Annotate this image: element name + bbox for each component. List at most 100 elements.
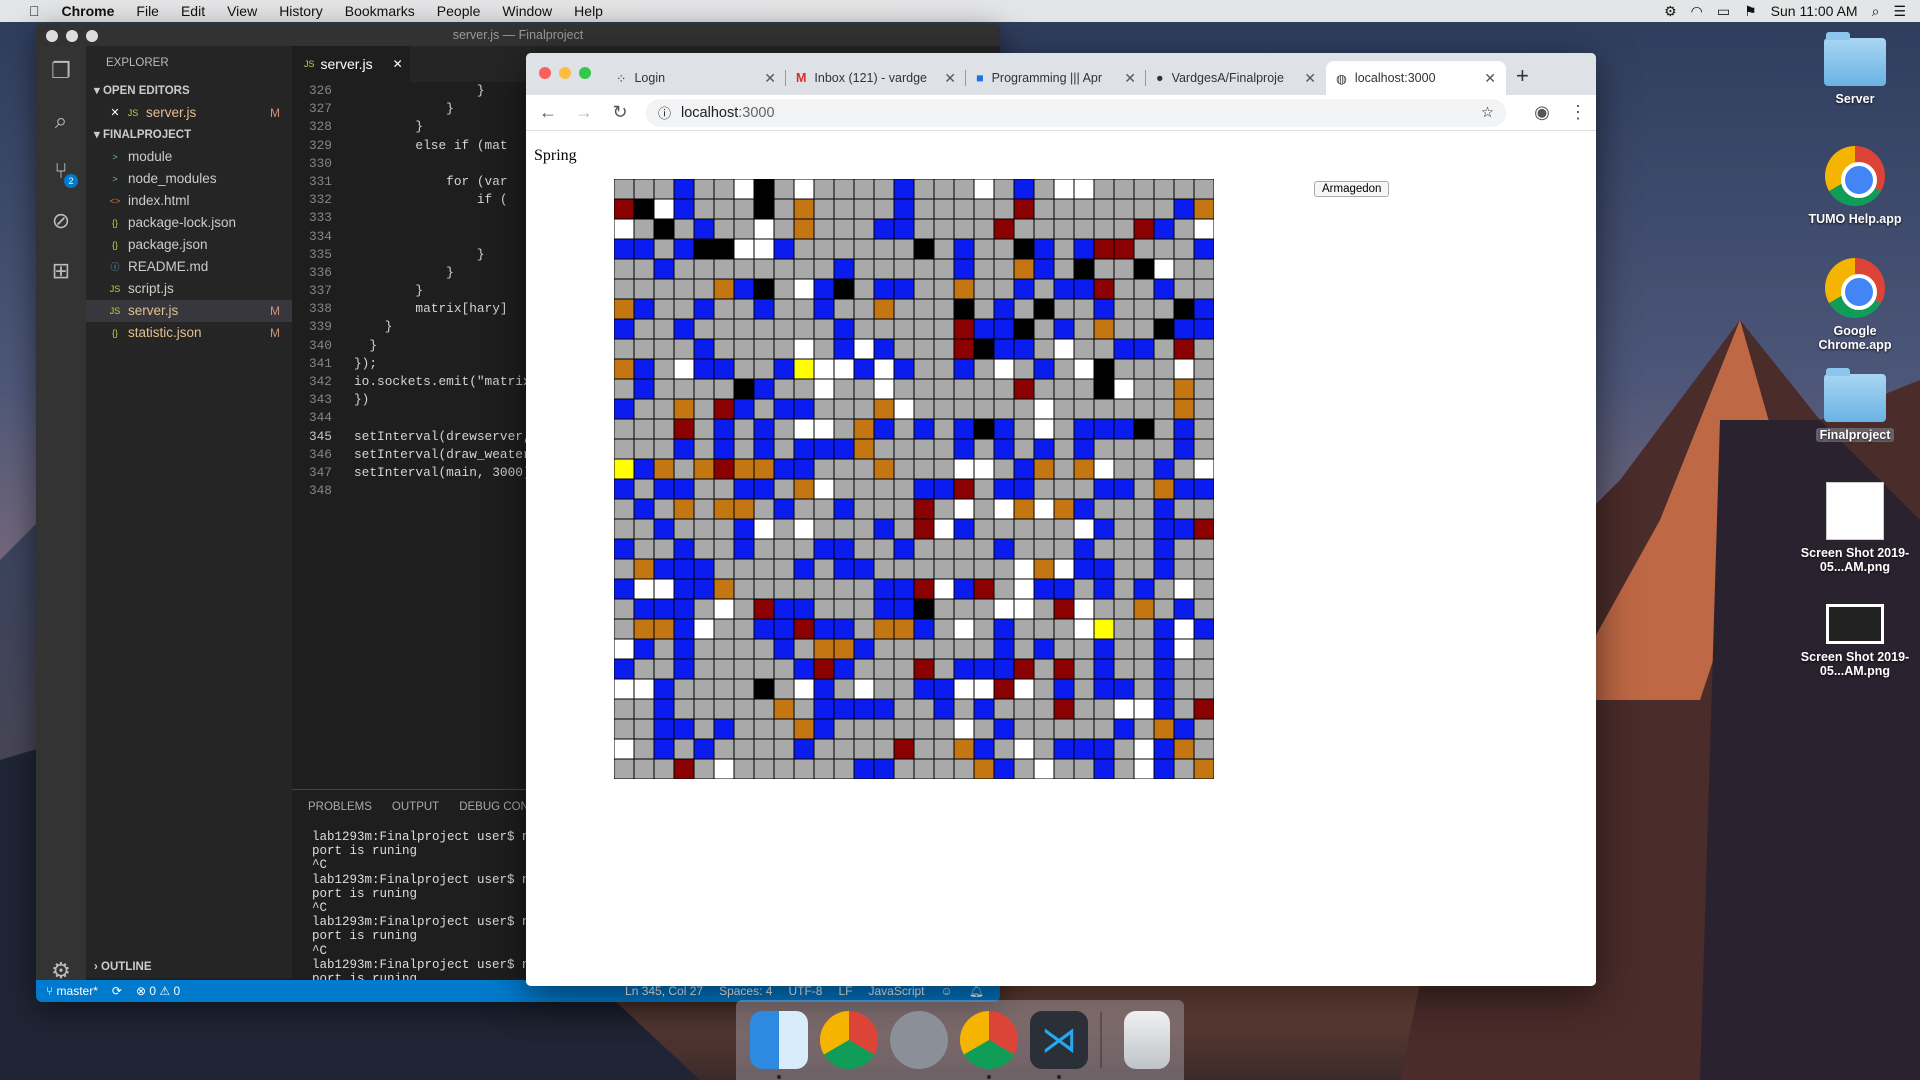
extensions-icon[interactable]: ⊞ [36, 246, 86, 296]
project-section[interactable]: ▾ FINALPROJECT [86, 124, 292, 146]
close-icon[interactable]: ✕ [1124, 70, 1136, 87]
close-icon[interactable]: ✕ [944, 70, 956, 87]
clock[interactable]: Sun 11:00 AM [1771, 3, 1858, 19]
desktop-icon-finalproject[interactable]: Finalproject [1800, 368, 1910, 442]
open-editor-item[interactable]: ✕ JS server.js M [86, 102, 292, 124]
search-icon[interactable]: ⌕ [1872, 3, 1880, 20]
grid-cell [993, 298, 1015, 320]
maximize-dot-icon[interactable] [579, 67, 591, 79]
address-bar[interactable]: ⓘ localhost:3000 ☆ [646, 98, 1506, 127]
close-icon[interactable]: ✕ [393, 57, 403, 71]
desktop-icon-google-chrome[interactable]: Google Chrome.app [1800, 258, 1910, 352]
smiley-icon[interactable]: ☺ [941, 984, 953, 998]
grid-cell [813, 518, 835, 540]
file-item[interactable]: {} package.json [86, 234, 292, 256]
grid-cell [713, 498, 735, 520]
menu-edit[interactable]: Edit [170, 0, 216, 22]
tab-localhost[interactable]: ◍ localhost:3000 ✕ [1326, 61, 1506, 95]
vscode-dock-icon[interactable]: ⋊ [1030, 1011, 1088, 1079]
file-item[interactable]: > module [86, 146, 292, 168]
tab-login[interactable]: ⁘ Login ✕ [606, 61, 786, 95]
tab-problems[interactable]: PROBLEMS [308, 801, 372, 813]
file-item[interactable]: {} package-lock.json [86, 212, 292, 234]
profile-icon[interactable]: ◉ [1532, 102, 1552, 123]
desktop-icon-server[interactable]: Server [1800, 32, 1910, 106]
app-menu[interactable]: Chrome [51, 0, 126, 22]
file-item[interactable]: {} statistic.json M [86, 322, 292, 344]
apple-menu-icon[interactable]:  [18, 0, 51, 22]
trash-icon[interactable] [1124, 1011, 1170, 1069]
menu-file[interactable]: File [125, 0, 170, 22]
minimize-dot-icon[interactable] [66, 30, 78, 42]
menu-people[interactable]: People [426, 0, 492, 22]
file-item[interactable]: <> index.html [86, 190, 292, 212]
close-icon[interactable]: ✕ [1484, 70, 1496, 87]
wifi-icon[interactable]: ◠ [1691, 3, 1703, 20]
grid-cell [1033, 538, 1055, 560]
airplay-icon[interactable]: ▭ [1717, 3, 1730, 20]
file-item[interactable]: JS server.js M [86, 300, 292, 322]
grid-cell [973, 658, 995, 680]
bell-icon[interactable]: 🔔︎ [969, 984, 984, 998]
sync-icon[interactable]: ⟳ [112, 984, 122, 998]
grid-cell [673, 358, 695, 380]
launchpad-icon[interactable] [890, 1011, 948, 1069]
outline-section[interactable]: › OUTLINE [86, 956, 152, 978]
menu-history[interactable]: History [268, 0, 334, 22]
close-icon[interactable]: ✕ [106, 102, 124, 124]
armagedon-button[interactable]: Armagedon [1314, 181, 1390, 197]
close-icon[interactable]: ✕ [764, 70, 776, 87]
menu-kebab-icon[interactable]: ⋮ [1568, 102, 1588, 123]
debug-icon[interactable]: ⊘ [36, 196, 86, 246]
branch-indicator[interactable]: ⑂ master* [46, 984, 98, 998]
minimize-dot-icon[interactable] [559, 67, 571, 79]
tab-output[interactable]: OUTPUT [392, 801, 439, 813]
menu-help[interactable]: Help [563, 0, 614, 22]
indentation[interactable]: Spaces: 4 [719, 984, 772, 998]
grid-cell [993, 238, 1015, 260]
desktop-icon-tumo-help[interactable]: TUMO Help.app [1800, 146, 1910, 226]
close-icon[interactable]: ✕ [1304, 70, 1316, 87]
explorer-icon[interactable]: ❐ [36, 46, 86, 96]
list-icon[interactable]: ☰ [1893, 3, 1906, 20]
source-control-icon[interactable]: ⑂ 2 [36, 146, 86, 196]
file-item[interactable]: JS script.js [86, 278, 292, 300]
finder-icon[interactable] [750, 1011, 808, 1079]
open-editors-section[interactable]: ▾ OPEN EDITORS [86, 80, 292, 102]
back-icon[interactable]: ← [538, 102, 558, 123]
search-icon[interactable]: ⌕ [36, 96, 86, 146]
tab-inbox[interactable]: M Inbox (121) - vardge ✕ [786, 61, 966, 95]
menu-window[interactable]: Window [491, 0, 563, 22]
menu-view[interactable]: View [216, 0, 268, 22]
file-item[interactable]: ⓘ README.md [86, 256, 292, 278]
desktop-icon-screenshot-1[interactable]: Screen Shot 2019-05...AM.png [1800, 482, 1910, 574]
desktop-icon-screenshot-2[interactable]: Screen Shot 2019-05...AM.png [1800, 604, 1910, 678]
grid-cell [913, 638, 935, 660]
tab-server-js[interactable]: JS server.js ✕ [292, 46, 410, 82]
bookmark-star-icon[interactable]: ☆ [1481, 105, 1494, 121]
grid-cell [913, 618, 935, 640]
language-mode[interactable]: JavaScript [868, 984, 924, 998]
flag-icon[interactable]: ⚑ [1744, 3, 1757, 20]
forward-icon[interactable]: → [574, 102, 594, 123]
cursor-position[interactable]: Ln 345, Col 27 [625, 984, 703, 998]
menu-bookmarks[interactable]: Bookmarks [334, 0, 426, 22]
reload-icon[interactable]: ↻ [610, 102, 630, 123]
info-icon[interactable]: ⓘ [658, 103, 671, 122]
new-tab-button[interactable]: + [1516, 63, 1529, 89]
problems-indicator[interactable]: ⊗ 0 ⚠ 0 [136, 984, 180, 998]
tab-programming[interactable]: ■ Programming ||| Apr ✕ [966, 61, 1146, 95]
grid-cell [1173, 698, 1195, 720]
eol[interactable]: LF [838, 984, 852, 998]
tab-github[interactable]: ● VardgesA/Finalproje ✕ [1146, 61, 1326, 95]
close-dot-icon[interactable] [539, 67, 551, 79]
file-item[interactable]: > node_modules [86, 168, 292, 190]
gear-icon[interactable]: ⚙ [1664, 3, 1677, 20]
chrome-dock-icon[interactable] [820, 1011, 878, 1069]
grid-cell [913, 578, 935, 600]
encoding[interactable]: UTF-8 [788, 984, 822, 998]
close-dot-icon[interactable] [46, 30, 58, 42]
line-text: } [354, 101, 454, 117]
chrome-dock-icon[interactable] [960, 1011, 1018, 1079]
maximize-dot-icon[interactable] [86, 30, 98, 42]
